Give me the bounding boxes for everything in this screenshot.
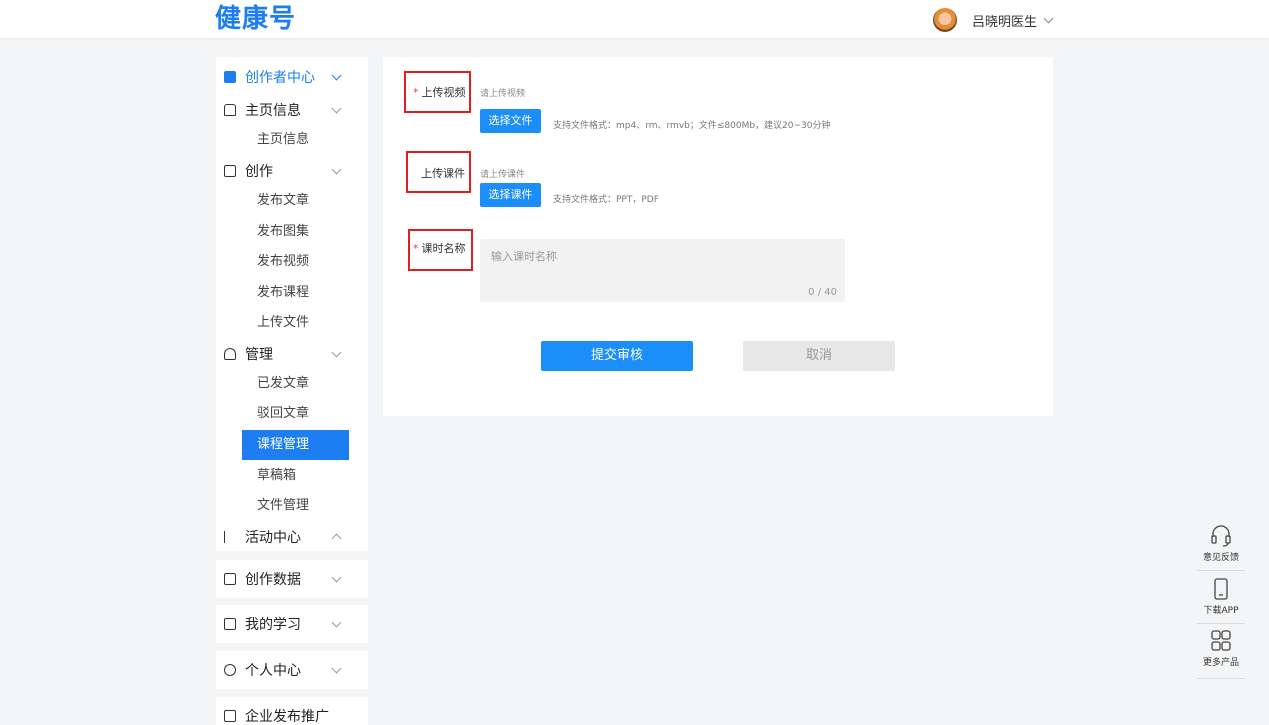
chevron-down-icon bbox=[331, 164, 342, 174]
courseware-format-support: 支持文件格式：PPT，PDF bbox=[553, 195, 659, 205]
more-products-label: 更多产品 bbox=[1202, 658, 1239, 668]
sidebar-item-label: 创作数据 bbox=[245, 572, 301, 588]
cancel-button[interactable]: 取消 bbox=[743, 341, 895, 371]
book-icon bbox=[224, 71, 236, 83]
open-book-icon bbox=[224, 618, 236, 630]
char-counter: 0 / 40 bbox=[808, 287, 837, 298]
feedback-tool[interactable]: 意见反馈 bbox=[1197, 524, 1245, 571]
sidebar-item-label: 个人中心 bbox=[245, 663, 301, 679]
layers-icon bbox=[224, 348, 236, 360]
submit-review-button[interactable]: 提交审核 bbox=[541, 341, 693, 371]
select-courseware-button[interactable]: 选择课件 bbox=[480, 183, 541, 207]
lesson-name-label: * 课时名称 bbox=[413, 240, 466, 256]
sidebar-subitem-publish-gallery[interactable]: 发布图集 bbox=[242, 217, 349, 247]
sidebar-subitem-publish-video[interactable]: 发布视频 bbox=[242, 247, 349, 277]
home-icon bbox=[224, 104, 236, 116]
upload-video-label: * 上传视频 bbox=[413, 84, 466, 100]
course-upload-form: * 上传视频 请上传视频 选择文件 支持文件格式：mp4、rm、rmvb；文件≤8… bbox=[383, 57, 1053, 416]
lesson-name-input[interactable]: 输入课时名称 0 / 40 bbox=[480, 239, 845, 302]
sidebar-subitem-drafts[interactable]: 草稿箱 bbox=[242, 461, 349, 491]
sidebar-subitem-publish-course[interactable]: 发布课程 bbox=[242, 278, 349, 308]
required-mark: * bbox=[413, 86, 419, 99]
upload-video-hint: 请上传视频 bbox=[480, 89, 526, 99]
sidebar-card-my-learning: 我的学习 bbox=[216, 605, 368, 643]
sidebar-subitem-upload-file[interactable]: 上传文件 bbox=[242, 308, 349, 338]
sidebar-item-my-learning[interactable]: 我的学习 bbox=[224, 613, 342, 635]
sidebar: 创作者中心 主页信息 主页信息 创作 发布文章 发布图集 发布视频 发布课程 上… bbox=[216, 57, 368, 551]
badge-icon bbox=[224, 664, 236, 676]
upload-courseware-label: 上传课件 bbox=[421, 167, 465, 180]
chevron-up-icon bbox=[331, 533, 342, 544]
sidebar-subitem-homepage-info[interactable]: 主页信息 bbox=[242, 125, 349, 155]
promo-icon bbox=[224, 710, 236, 722]
feedback-label: 意见反馈 bbox=[1202, 553, 1239, 563]
required-mark: * bbox=[413, 242, 419, 255]
sidebar-card-creation-data: 创作数据 bbox=[216, 560, 368, 598]
sidebar-item-creator-center[interactable]: 创作者中心 bbox=[224, 66, 342, 88]
edit-icon bbox=[224, 165, 236, 177]
sidebar-item-label: 管理 bbox=[245, 347, 273, 363]
sidebar-item-create[interactable]: 创作 bbox=[224, 160, 342, 182]
sidebar-subitem-published-articles[interactable]: 已发文章 bbox=[242, 369, 349, 399]
sidebar-item-label: 企业发布推广 bbox=[245, 709, 329, 725]
sidebar-subitem-rejected-articles[interactable]: 驳回文章 bbox=[242, 399, 349, 429]
chart-icon bbox=[224, 573, 236, 585]
chevron-down-icon[interactable] bbox=[1043, 13, 1054, 23]
video-format-support: 支持文件格式：mp4、rm、rmvb；文件≤800Mb，建议20~30分钟 bbox=[553, 121, 831, 131]
sidebar-item-activity-center[interactable]: 活动中心 bbox=[224, 526, 342, 548]
site-logo[interactable]: 健康号 bbox=[215, 2, 296, 36]
sidebar-item-manage[interactable]: 管理 bbox=[224, 343, 342, 365]
sidebar-item-label: 我的学习 bbox=[245, 617, 301, 633]
sidebar-item-label: 活动中心 bbox=[245, 530, 301, 546]
flag-icon bbox=[224, 531, 236, 543]
select-file-button[interactable]: 选择文件 bbox=[480, 109, 541, 133]
sidebar-subitem-publish-article[interactable]: 发布文章 bbox=[242, 186, 349, 216]
chevron-down-icon bbox=[331, 663, 342, 673]
download-app-tool[interactable]: 下载APP bbox=[1197, 577, 1245, 624]
sidebar-subitem-course-management[interactable]: 课程管理 bbox=[242, 430, 349, 460]
user-menu[interactable]: 吕晓明医生 bbox=[933, 8, 1054, 32]
headset-icon bbox=[1211, 525, 1231, 547]
download-app-label: 下载APP bbox=[1203, 606, 1239, 616]
chevron-down-icon bbox=[331, 103, 342, 113]
sidebar-item-enterprise-promo[interactable]: 企业发布推广 bbox=[224, 705, 333, 725]
lesson-name-placeholder: 输入课时名称 bbox=[491, 250, 557, 263]
sidebar-item-homepage-info[interactable]: 主页信息 bbox=[224, 99, 342, 121]
sidebar-item-personal-center[interactable]: 个人中心 bbox=[224, 659, 342, 681]
more-products-tool[interactable]: 更多产品 bbox=[1197, 629, 1245, 679]
avatar[interactable] bbox=[933, 8, 957, 32]
sidebar-card-personal-center: 个人中心 bbox=[216, 651, 368, 689]
upload-courseware-hint: 请上传课件 bbox=[480, 170, 526, 180]
top-header: 健康号 吕晓明医生 bbox=[0, 0, 1269, 38]
grid-icon bbox=[1211, 630, 1231, 651]
chevron-down-icon bbox=[331, 572, 342, 582]
sidebar-item-label: 创作 bbox=[245, 164, 273, 180]
chevron-down-icon bbox=[331, 347, 342, 357]
sidebar-subitem-file-management[interactable]: 文件管理 bbox=[242, 491, 349, 521]
sidebar-card-enterprise-promo: 企业发布推广 bbox=[216, 697, 368, 725]
sidebar-item-creation-data[interactable]: 创作数据 bbox=[224, 568, 342, 590]
lesson-name-label-text: 课时名称 bbox=[421, 242, 466, 255]
chevron-down-icon bbox=[331, 617, 342, 627]
chevron-down-icon bbox=[331, 70, 342, 80]
user-name[interactable]: 吕晓明医生 bbox=[972, 11, 1037, 30]
sidebar-item-label: 主页信息 bbox=[245, 103, 301, 119]
upload-video-label-text: 上传视频 bbox=[421, 86, 466, 99]
sidebar-item-label: 创作者中心 bbox=[245, 70, 315, 86]
phone-icon bbox=[1214, 578, 1228, 600]
